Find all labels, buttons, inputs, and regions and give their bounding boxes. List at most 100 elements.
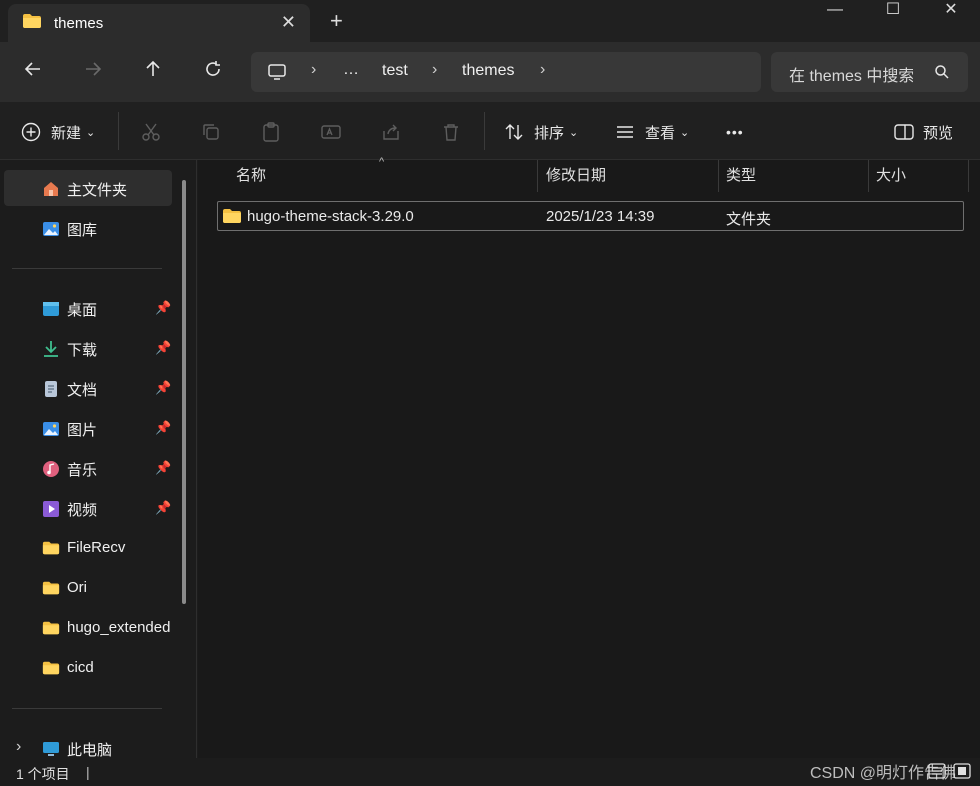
- computer-icon: [42, 740, 60, 758]
- navigation-bar: › … test › themes › 在 themes 中搜索: [0, 42, 980, 102]
- chevron-right-icon[interactable]: ›: [540, 61, 545, 79]
- pin-icon[interactable]: 📌: [155, 500, 171, 516]
- forward-button[interactable]: [78, 59, 108, 85]
- details-view-icon[interactable]: [928, 762, 946, 784]
- sidebar-item-label: 此电脑: [67, 742, 113, 759]
- title-bar: themes ✕ + — ☐ ✕: [0, 0, 980, 42]
- cut-button[interactable]: [140, 118, 162, 146]
- status-divider: |: [86, 764, 90, 780]
- sidebar-item-gallery[interactable]: 图库: [0, 210, 174, 246]
- folder-icon: [42, 580, 60, 598]
- new-tab-button[interactable]: +: [330, 8, 343, 34]
- view-button[interactable]: 查看 ⌄: [614, 118, 689, 146]
- folder-icon: [22, 13, 42, 33]
- pin-icon[interactable]: 📌: [155, 380, 171, 396]
- file-modified: 2025/1/23 14:39: [546, 208, 655, 225]
- search-icon: [934, 64, 950, 84]
- divider: [12, 268, 162, 269]
- tiles-view-icon[interactable]: [953, 762, 971, 784]
- column-header-size[interactable]: 大小: [876, 160, 906, 192]
- sidebar-item-label: 图库: [67, 222, 98, 239]
- sidebar-scrollbar[interactable]: [182, 180, 186, 604]
- back-button[interactable]: [18, 59, 48, 85]
- copy-icon: [203, 124, 219, 140]
- breadcrumb-more[interactable]: …: [343, 61, 359, 79]
- sidebar-item-hugo-extended[interactable]: hugo_extended: [0, 610, 174, 646]
- breadcrumb-test[interactable]: test: [382, 62, 408, 80]
- share-icon: [383, 124, 399, 140]
- maximize-button[interactable]: ☐: [864, 0, 922, 20]
- divider: [484, 112, 485, 150]
- chevron-right-icon[interactable]: ›: [16, 738, 21, 756]
- pictures-icon: [42, 420, 60, 438]
- sort-ascending-icon: ^: [379, 156, 385, 168]
- pin-icon[interactable]: 📌: [155, 420, 171, 436]
- column-header-modified[interactable]: 修改日期: [546, 160, 606, 192]
- share-button[interactable]: [380, 118, 402, 146]
- sort-label: 排序: [534, 124, 565, 142]
- document-icon: [42, 380, 60, 398]
- sidebar-item-label: 主文件夹: [67, 182, 128, 199]
- minimize-button[interactable]: —: [806, 0, 864, 20]
- music-icon: [42, 460, 60, 478]
- breadcrumb-themes[interactable]: themes: [462, 62, 514, 80]
- search-input[interactable]: 在 themes 中搜索: [789, 62, 913, 86]
- column-divider[interactable]: [968, 160, 969, 192]
- close-window-button[interactable]: ✕: [922, 0, 980, 20]
- file-type: 文件夹: [726, 211, 772, 228]
- sidebar-item-pictures[interactable]: 图片 📌: [0, 410, 174, 446]
- preview-label: 预览: [923, 124, 954, 142]
- pin-icon[interactable]: 📌: [155, 340, 171, 356]
- pin-icon[interactable]: 📌: [155, 300, 171, 316]
- address-bar[interactable]: › … test › themes ›: [251, 52, 761, 92]
- rename-button[interactable]: [320, 118, 342, 146]
- preview-pane-icon: [894, 124, 914, 140]
- divider: [118, 112, 119, 150]
- arrow-up-icon: [146, 60, 160, 76]
- sort-button[interactable]: 排序 ⌄: [503, 118, 578, 146]
- chevron-right-icon: ›: [432, 61, 438, 78]
- delete-button[interactable]: [440, 118, 462, 146]
- sidebar-item-ori[interactable]: Ori: [0, 570, 174, 606]
- column-divider[interactable]: [718, 160, 719, 192]
- new-button[interactable]: 新建 ⌄: [20, 118, 95, 146]
- column-divider[interactable]: [537, 160, 538, 192]
- sidebar-item-label: cicd: [67, 659, 94, 676]
- column-header-name[interactable]: 名称: [236, 160, 266, 192]
- gallery-icon: [42, 220, 60, 238]
- search-box[interactable]: 在 themes 中搜索: [771, 52, 968, 92]
- video-icon: [42, 500, 60, 518]
- chevron-down-icon: ⌄: [86, 126, 96, 139]
- sidebar-item-filerecv[interactable]: FileRecv: [0, 530, 174, 566]
- sidebar-item-desktop[interactable]: 桌面 📌: [0, 290, 174, 326]
- trash-icon: [444, 124, 458, 141]
- folder-icon: [42, 540, 60, 558]
- sidebar-item-downloads[interactable]: 下载 📌: [0, 330, 174, 366]
- sidebar-item-documents[interactable]: 文档 📌: [0, 370, 174, 406]
- view-label: 查看: [645, 124, 676, 142]
- paste-button[interactable]: [260, 118, 282, 146]
- column-header-type[interactable]: 类型: [726, 160, 756, 192]
- computer-icon: [267, 62, 287, 86]
- sidebar-item-videos[interactable]: 视频 📌: [0, 490, 174, 526]
- refresh-button[interactable]: [198, 59, 228, 85]
- command-bar: 新建 ⌄ 排序 ⌄ 查看 ⌄ ••• 预览: [0, 102, 980, 160]
- refresh-icon: [206, 61, 220, 76]
- sort-icon: [505, 124, 523, 140]
- column-divider[interactable]: [868, 160, 869, 192]
- plus-circle-icon: [21, 122, 41, 142]
- up-button[interactable]: [138, 59, 168, 85]
- arrow-left-icon: [24, 62, 40, 76]
- table-row[interactable]: hugo-theme-stack-3.29.0 2025/1/23 14:39 …: [217, 201, 964, 231]
- tab-themes[interactable]: themes ✕: [8, 4, 310, 42]
- sidebar-item-cicd[interactable]: cicd: [0, 650, 174, 686]
- folder-icon: [222, 208, 242, 228]
- copy-button[interactable]: [200, 118, 222, 146]
- pin-icon[interactable]: 📌: [155, 460, 171, 476]
- sidebar-item-home[interactable]: 主文件夹: [4, 170, 172, 206]
- preview-button[interactable]: 预览: [893, 118, 953, 146]
- sidebar-item-music[interactable]: 音乐 📌: [0, 450, 174, 486]
- more-button[interactable]: •••: [726, 118, 744, 146]
- file-name: hugo-theme-stack-3.29.0: [247, 208, 414, 225]
- tab-close-button[interactable]: ✕: [281, 12, 296, 33]
